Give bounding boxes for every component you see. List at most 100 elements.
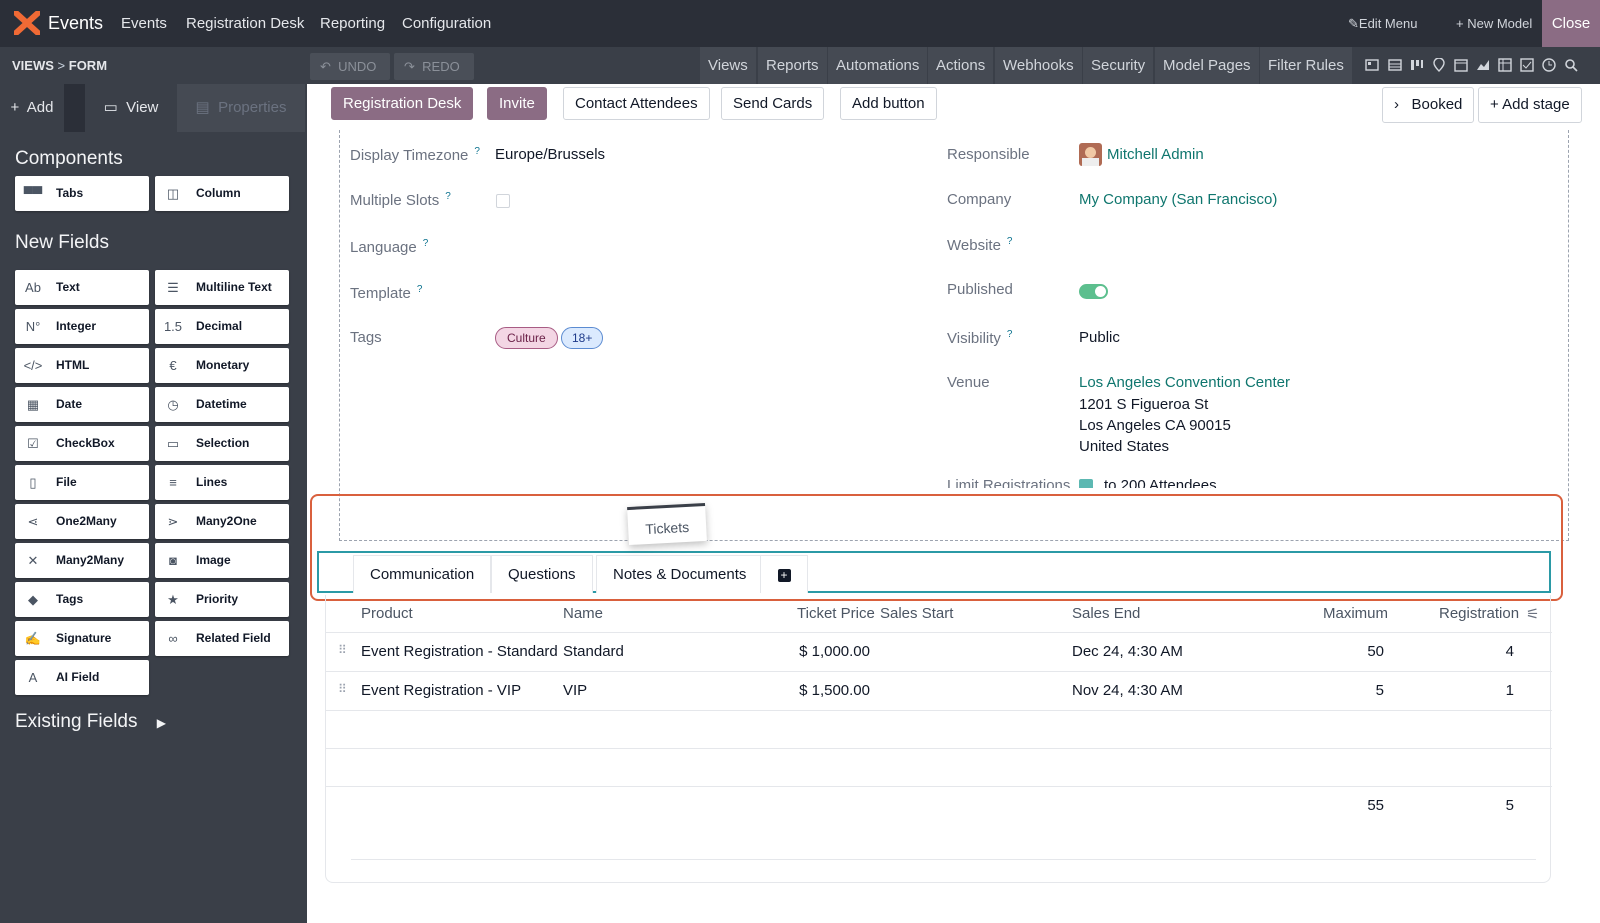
edit-menu-button[interactable]: ✎Edit Menu [1348, 16, 1417, 32]
website-label[interactable]: Website? [947, 236, 1012, 254]
field-checkbox[interactable]: ☑ CheckBox [15, 426, 149, 461]
tab-webhooks[interactable]: Webhooks [995, 47, 1082, 84]
app-name[interactable]: Events [48, 13, 103, 34]
multiple-slots-label[interactable]: Multiple Slots? [350, 191, 451, 209]
cell-ticket-price[interactable]: $ 1,000.00 [766, 643, 870, 660]
field-file[interactable]: ▯ File [15, 465, 149, 500]
cell-sales-end[interactable]: Dec 24, 4:30 AM [1072, 643, 1183, 660]
cell-product[interactable]: Event Registration - VIP [361, 682, 521, 699]
field-signature[interactable]: ✍ Signature [15, 621, 149, 656]
add-stage-button[interactable]: + Add stage [1478, 87, 1582, 123]
tab-security[interactable]: Security [1083, 47, 1154, 84]
cell-sales-end[interactable]: Nov 24, 4:30 AM [1072, 682, 1183, 699]
kanban-view-icon[interactable] [1410, 58, 1424, 72]
field-monetary[interactable]: € Monetary [155, 348, 289, 383]
column-header-name[interactable]: Name [563, 605, 603, 622]
cell-name[interactable]: VIP [563, 682, 587, 699]
list-view-icon[interactable] [1388, 58, 1402, 72]
column-settings-icon[interactable]: ⚟ [1526, 605, 1539, 623]
tab-model-pages[interactable]: Model Pages [1155, 47, 1259, 84]
form-view-icon[interactable] [1365, 58, 1379, 72]
sidebar-tab-add[interactable]: + Add [0, 84, 64, 132]
column-header-product[interactable]: Product [361, 605, 413, 622]
display-timezone-value[interactable]: Europe/Brussels [495, 146, 605, 163]
clock-view-icon[interactable] [1542, 58, 1556, 72]
sidebar-tab-view[interactable]: ▭ View [85, 84, 177, 132]
contact-attendees-button[interactable]: Contact Attendees [563, 87, 710, 120]
drag-handle-icon[interactable]: ⠿ [338, 682, 347, 696]
redo-button[interactable]: ↷ REDO [394, 53, 474, 80]
published-toggle[interactable] [1079, 284, 1108, 299]
company-value[interactable]: My Company (San Francisco) [1079, 191, 1277, 208]
published-label[interactable]: Published [947, 281, 1013, 298]
visibility-value[interactable]: Public [1079, 329, 1120, 346]
column-header-sales-end[interactable]: Sales End [1072, 605, 1140, 622]
visibility-label[interactable]: Visibility? [947, 329, 1012, 347]
field-tags[interactable]: ◆ Tags [15, 582, 149, 617]
limit-checkbox[interactable] [1079, 479, 1093, 488]
menu-registration-desk[interactable]: Registration Desk [186, 15, 304, 32]
column-header-sales-start[interactable]: Sales Start [880, 605, 953, 622]
table-row[interactable]: ⠿ Event Registration - Standard Standard… [326, 632, 1552, 670]
calendar-view-icon[interactable] [1454, 58, 1468, 72]
graph-view-icon[interactable] [1476, 58, 1490, 72]
dragged-tab-tickets[interactable]: Tickets [627, 502, 707, 546]
field-many2many[interactable]: ✕ Many2Many [15, 543, 149, 578]
language-label[interactable]: Language? [350, 238, 428, 256]
menu-reporting[interactable]: Reporting [320, 15, 385, 32]
field-priority[interactable]: ★ Priority [155, 582, 289, 617]
venue-label[interactable]: Venue [947, 374, 990, 391]
menu-events[interactable]: Events [121, 15, 167, 32]
close-button[interactable]: Close [1542, 0, 1600, 47]
new-model-button[interactable]: + New Model [1456, 16, 1532, 31]
column-header-maximum[interactable]: Maximum [1323, 605, 1388, 622]
invite-button[interactable]: Invite [487, 87, 547, 120]
field-image[interactable]: ◙ Image [155, 543, 289, 578]
venue-name[interactable]: Los Angeles Convention Center [1079, 374, 1290, 391]
tab-communication[interactable]: Communication [353, 555, 492, 593]
sidebar-tab-properties[interactable]: ▤ Properties [177, 84, 305, 132]
field-related[interactable]: ∞ Related Field [155, 621, 289, 656]
tag-badge[interactable]: Culture [495, 327, 558, 349]
tab-automations[interactable]: Automations [828, 47, 928, 84]
field-one2many[interactable]: ⋖ One2Many [15, 504, 149, 539]
display-timezone-label[interactable]: Display Timezone? [350, 146, 480, 164]
limit-registrations-label[interactable]: Limit Registrations [947, 477, 1070, 488]
responsible-value[interactable]: Mitchell Admin [1107, 146, 1204, 163]
pivot-view-icon[interactable] [1498, 58, 1512, 72]
field-integer[interactable]: N° Integer [15, 309, 149, 344]
column-header-registration[interactable]: Registration [1439, 605, 1519, 622]
tab-reports[interactable]: Reports [758, 47, 827, 84]
tab-notes-documents[interactable]: Notes & Documents [596, 555, 764, 593]
cell-product[interactable]: Event Registration - Standard [361, 643, 558, 660]
tag-badge[interactable]: 18+ [561, 327, 604, 349]
field-lines[interactable]: ≡ Lines [155, 465, 289, 500]
cell-registration[interactable]: 1 [1456, 682, 1514, 699]
field-decimal[interactable]: 1.5 Decimal [155, 309, 289, 344]
field-many2one[interactable]: ⋗ Many2One [155, 504, 289, 539]
search-icon[interactable] [1564, 58, 1578, 72]
company-label[interactable]: Company [947, 191, 1011, 208]
events-app-icon[interactable] [14, 11, 40, 35]
tab-questions[interactable]: Questions [491, 555, 593, 593]
existing-fields-toggle[interactable]: Existing Fields ▶ [15, 711, 166, 733]
field-ai[interactable]: A AI Field [15, 660, 149, 695]
field-datetime[interactable]: ◷ Datetime [155, 387, 289, 422]
add-button-button[interactable]: Add button [840, 87, 937, 120]
drag-handle-icon[interactable]: ⠿ [338, 643, 347, 657]
field-text[interactable]: Ab Text [15, 270, 149, 305]
field-date[interactable]: ▦ Date [15, 387, 149, 422]
multiple-slots-checkbox[interactable] [496, 194, 510, 208]
field-multiline-text[interactable]: ☰ Multiline Text [155, 270, 289, 305]
undo-button[interactable]: ↶ UNDO [310, 53, 390, 80]
tab-actions[interactable]: Actions [928, 47, 994, 84]
map-view-icon[interactable] [1432, 58, 1446, 72]
cell-maximum[interactable]: 5 [1316, 682, 1384, 699]
activity-view-icon[interactable] [1520, 58, 1534, 72]
breadcrumb-views[interactable]: VIEWS [12, 58, 54, 73]
tab-filter-rules[interactable]: Filter Rules [1260, 47, 1352, 84]
cell-registration[interactable]: 4 [1456, 643, 1514, 660]
component-column[interactable]: ◫ Column [155, 176, 289, 211]
add-tab-button[interactable]: + [760, 555, 808, 593]
cell-ticket-price[interactable]: $ 1,500.00 [766, 682, 870, 699]
